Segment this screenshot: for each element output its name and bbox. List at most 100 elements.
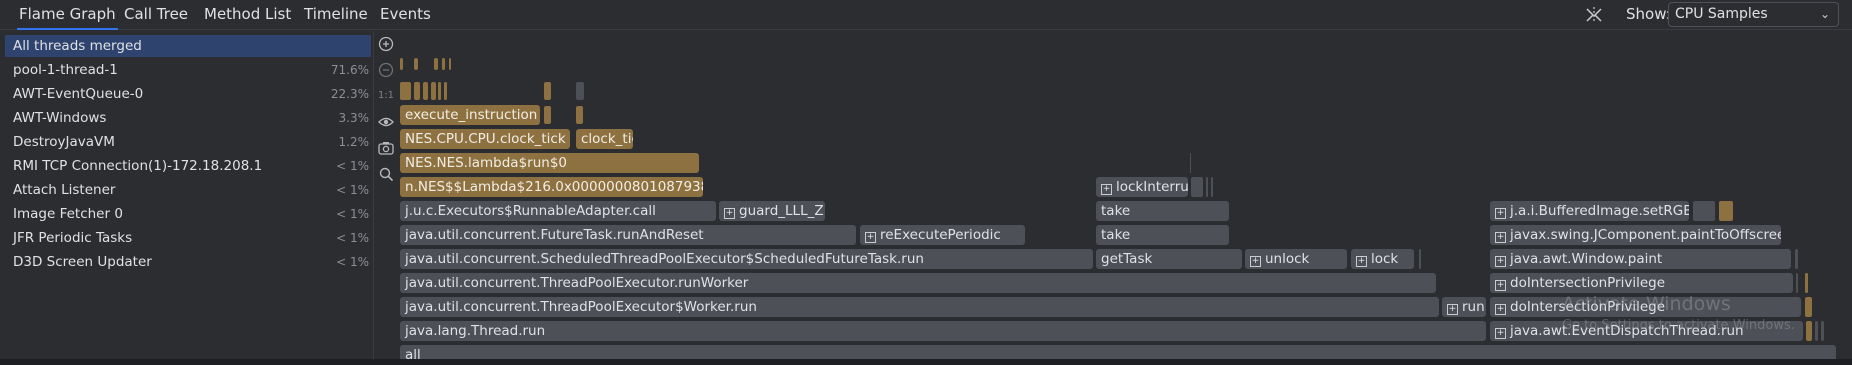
flame-frame[interactable]: NES.NES.lambda$run$0: [400, 153, 699, 173]
frame-sliver[interactable]: [1190, 153, 1191, 173]
expand-icon: +: [1495, 328, 1506, 339]
thread-item[interactable]: pool-1-thread-1 71.6%: [5, 59, 371, 81]
frame-sliver[interactable]: [576, 106, 583, 124]
vertical-scrollbar[interactable]: [1839, 31, 1852, 359]
thread-name: Attach Listener: [13, 182, 116, 198]
thread-name: DestroyJavaVM: [13, 134, 115, 150]
zoom-in-icon[interactable]: [377, 35, 395, 53]
thread-name: AWT-EventQueue-0: [13, 86, 144, 102]
flame-frame[interactable]: + j.a.i.BufferedImage.setRGB: [1490, 201, 1689, 221]
frame-label: lock: [1371, 251, 1399, 267]
flame-frame[interactable]: + unlock: [1245, 249, 1347, 269]
flame-frame[interactable]: + run: [1442, 297, 1486, 317]
flame-frame[interactable]: clock_tic: [576, 129, 633, 149]
thread-item[interactable]: Attach Listener < 1%: [5, 179, 371, 201]
flame-frame[interactable]: getTask: [1096, 249, 1242, 269]
frame-label: j.a.i.BufferedImage.setRGB: [1510, 203, 1689, 219]
thread-item[interactable]: AWT-Windows 3.3%: [5, 107, 371, 129]
frame-sliver[interactable]: [576, 82, 584, 100]
frame-sliver[interactable]: [1211, 177, 1213, 197]
tab-events[interactable]: Events: [378, 0, 433, 30]
frame-sliver[interactable]: [444, 82, 447, 100]
status-bar-edge: [0, 359, 1852, 365]
show-dropdown[interactable]: CPU Samples ⌄: [1668, 2, 1839, 27]
eye-icon[interactable]: [377, 113, 395, 131]
thread-item[interactable]: Image Fetcher 0 < 1%: [5, 203, 371, 225]
expand-icon: +: [1495, 304, 1506, 315]
tab-flame-graph[interactable]: Flame Graph: [17, 0, 118, 30]
collapse-icon[interactable]: [1584, 5, 1604, 25]
flame-frame[interactable]: + lock: [1351, 249, 1414, 269]
flame-frame[interactable]: java.util.concurrent.ScheduledThreadPool…: [400, 249, 1093, 269]
flame-frame[interactable]: java.util.concurrent.FutureTask.runAndRe…: [400, 225, 856, 245]
frame-sliver[interactable]: [544, 106, 551, 124]
frame-sliver[interactable]: [1191, 177, 1203, 197]
frame-sliver[interactable]: [423, 82, 428, 100]
thread-item[interactable]: JFR Periodic Tasks < 1%: [5, 227, 371, 249]
frame-sliver[interactable]: [1719, 201, 1733, 221]
thread-percent: 1.2%: [338, 135, 370, 149]
tab-timeline[interactable]: Timeline: [302, 0, 370, 30]
camera-icon[interactable]: [377, 139, 395, 157]
frame-sliver[interactable]: [449, 58, 451, 70]
flame-frame[interactable]: java.lang.Thread.run: [400, 321, 1486, 341]
flame-frame[interactable]: java.util.concurrent.ThreadPoolExecutor.…: [400, 273, 1436, 293]
flame-frame[interactable]: j.u.c.Executors$RunnableAdapter.call: [400, 201, 716, 221]
frame-sliver[interactable]: [442, 58, 445, 70]
flame-frame[interactable]: + guard_LLL_Z: [719, 201, 825, 221]
actual-size-button[interactable]: 1:1: [377, 87, 395, 105]
thread-item[interactable]: D3D Screen Updater < 1%: [5, 251, 371, 273]
frame-sliver[interactable]: [400, 82, 411, 100]
frame-sliver[interactable]: [1419, 249, 1421, 269]
search-icon[interactable]: [377, 165, 395, 183]
frame-sliver[interactable]: [414, 58, 418, 70]
thread-item[interactable]: RMI TCP Connection(1)-172.18.208.1 < 1%: [5, 155, 371, 177]
flame-frame[interactable]: + javax.swing.JComponent.paintToOffscreen: [1490, 225, 1781, 245]
thread-item[interactable]: DestroyJavaVM 1.2%: [5, 131, 371, 153]
zoom-out-icon[interactable]: [377, 61, 395, 79]
thread-name: JFR Periodic Tasks: [13, 230, 133, 246]
frame-sliver[interactable]: [1805, 297, 1812, 317]
tab-method-list[interactable]: Method List: [202, 0, 293, 30]
threads-list: All threads merged pool-1-thread-1 71.6%…: [0, 31, 374, 359]
frame-sliver[interactable]: [1693, 201, 1715, 221]
frame-sliver[interactable]: [1796, 273, 1798, 293]
thread-percent: < 1%: [336, 183, 369, 197]
frame-sliver[interactable]: [431, 82, 436, 100]
thread-name: pool-1-thread-1: [13, 62, 118, 78]
flame-frame[interactable]: execute_instruction: [400, 105, 540, 125]
profiler-window: Flame Graph Call Tree Method List Timeli…: [0, 0, 1852, 365]
expand-icon: +: [1250, 256, 1261, 267]
frame-sliver[interactable]: [1806, 321, 1812, 341]
thread-percent: < 1%: [336, 231, 369, 245]
frame-sliver[interactable]: [1815, 321, 1818, 341]
expand-icon: +: [1101, 184, 1112, 195]
frame-sliver[interactable]: [1206, 177, 1208, 197]
frame-sliver[interactable]: [400, 58, 403, 70]
flame-frame[interactable]: + lockInterrup: [1096, 177, 1188, 197]
flame-frame-root[interactable]: all: [400, 345, 1836, 359]
tab-call-tree[interactable]: Call Tree: [122, 0, 190, 30]
frame-sliver[interactable]: [414, 82, 420, 100]
flame-frame[interactable]: + doIntersectionPrivilege: [1490, 273, 1793, 293]
frame-sliver[interactable]: [1805, 273, 1808, 293]
frame-sliver[interactable]: [544, 82, 551, 100]
frame-label: doIntersectionPrivilege: [1510, 275, 1666, 291]
thread-percent: 3.3%: [338, 111, 370, 125]
frame-sliver[interactable]: [1821, 321, 1824, 341]
thread-item[interactable]: All threads merged: [5, 35, 371, 57]
frame-sliver[interactable]: [438, 82, 441, 100]
flame-frame[interactable]: n.NES$$Lambda$216.0x0000000801087938.run: [400, 177, 703, 197]
flame-frame[interactable]: take: [1096, 201, 1229, 221]
frame-sliver[interactable]: [434, 58, 438, 70]
flame-frame[interactable]: + reExecutePeriodic: [860, 225, 1025, 245]
frame-sliver[interactable]: [1795, 249, 1798, 269]
thread-percent: < 1%: [336, 159, 369, 173]
flame-frame[interactable]: + java.awt.Window.paint: [1490, 249, 1791, 269]
frame-label: guard_LLL_Z: [739, 203, 824, 219]
flame-frame[interactable]: NES.CPU.CPU.clock_tick: [400, 129, 570, 149]
expand-icon: +: [1495, 232, 1506, 243]
flame-frame[interactable]: take: [1096, 225, 1229, 245]
flame-frame[interactable]: java.util.concurrent.ThreadPoolExecutor$…: [400, 297, 1439, 317]
thread-item[interactable]: AWT-EventQueue-0 22.3%: [5, 83, 371, 105]
